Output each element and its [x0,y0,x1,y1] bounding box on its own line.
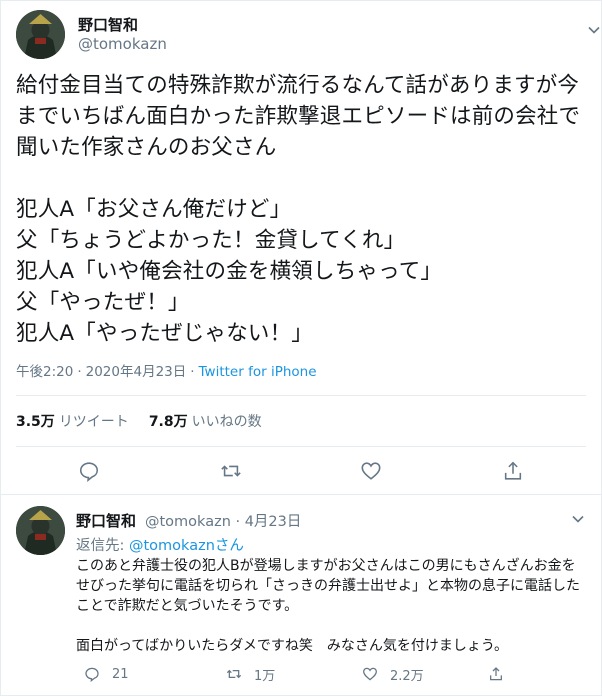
tweet-source-link[interactable]: Twitter for iPhone [199,364,317,380]
heart-icon [363,667,377,681]
chevron-down-icon[interactable] [588,24,600,36]
reply-mention-link[interactable]: @tomokaznさん [129,538,244,554]
tweet-meta: 午後2:20 · 2020年4月23日 · Twitter for iPhone [16,362,317,382]
reply-action-bar: 21 1万 2.2万 [76,664,596,684]
like-count-label: いいねの数 [191,414,262,430]
tweet-text: 給付金目当ての特殊詐欺が流行るなんて話がありますが今までいちばん面白かった詐欺撃… [16,73,581,346]
tweet-separator [0,494,602,495]
like-button[interactable]: 2.2万 [362,664,424,684]
divider [16,395,586,396]
tweet-time[interactable]: 午後2:20 [16,364,73,380]
chevron-down-icon[interactable] [572,513,584,525]
retweet-count-value: 3.5万 [16,414,55,430]
share-icon [490,667,502,681]
like-count-value: 7.8万 [148,414,188,430]
retweet-count-label: リツイート [58,414,129,430]
main-tweet-header: 野口智和 @tomokazn [16,10,600,62]
reply-author-name[interactable]: 野口智和 [76,510,136,531]
share-icon[interactable] [502,460,524,482]
tweet-date[interactable]: 2020年4月23日 [86,364,187,380]
avatar[interactable] [16,506,65,555]
heart-icon[interactable] [360,460,382,482]
retweet-button[interactable]: 1万 [226,664,275,684]
author-handle[interactable]: @tomokazn [78,35,167,53]
retweet-icon[interactable] [220,460,242,482]
retweet-count: 1万 [254,668,276,684]
like-count: 2.2万 [390,668,424,684]
tweet-action-bar [0,456,602,486]
reply-icon [85,667,99,682]
retweet-count[interactable]: 3.5万 リツイート [16,414,129,430]
reply-button[interactable]: 21 [84,664,129,684]
reply-author-handle[interactable]: @tomokazn · 4月23日 [145,510,301,531]
reply-text: このあと弁護士役の犯人Bが登場しますがお父さんはこの男にもさんざんお金をせびった… [76,558,580,654]
meta-separator: · [77,364,82,380]
avatar[interactable] [16,10,65,59]
reply-to-prefix: 返信先: [76,538,129,554]
meta-separator: · [190,364,195,380]
reply-icon[interactable] [78,460,100,482]
share-button[interactable] [488,664,516,684]
author-name[interactable]: 野口智和 [78,14,138,35]
reply-count: 21 [112,666,129,682]
divider [16,446,586,447]
retweet-icon [226,669,242,679]
reply-to-line: 返信先: @tomokaznさん [76,534,244,555]
tweet-stats: 3.5万 リツイート 7.8万 いいねの数 [16,412,262,432]
like-count[interactable]: 7.8万 いいねの数 [149,414,262,430]
